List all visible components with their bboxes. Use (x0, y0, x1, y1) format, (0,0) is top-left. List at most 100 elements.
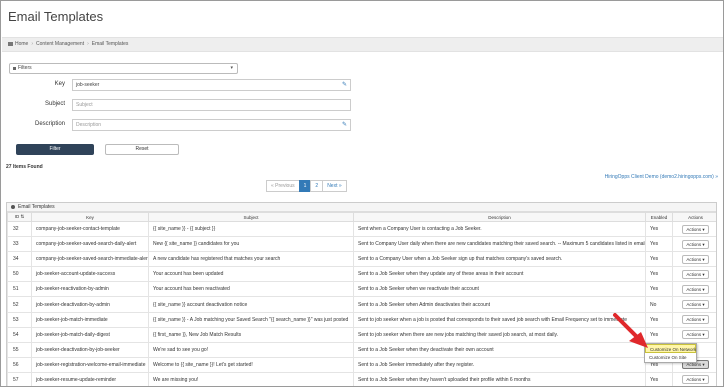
cell-actions: Actions ▾ (672, 296, 716, 313)
column-header-description[interactable]: Description (353, 212, 646, 222)
breadcrumb-content-management[interactable]: Content Management (36, 41, 84, 47)
column-header-subject[interactable]: Subject (148, 212, 354, 222)
cell-key: job-seeker-job-match-daily-digest (31, 326, 149, 343)
cell-description: Sent when a Company User is contacting a… (353, 220, 646, 238)
actions-button[interactable]: Actions ▾ (682, 300, 709, 310)
cell-enabled: Yes (645, 371, 673, 386)
cell-subject: {{ first_name }}, New Job Match Results (148, 326, 354, 343)
pagination-next[interactable]: Next » (322, 180, 347, 192)
cell-description: Sent to a Job Seeker immediately after t… (353, 356, 646, 373)
breadcrumb-email-templates: Email Templates (91, 41, 129, 47)
cell-enabled: Yes (645, 326, 673, 343)
cell-subject: We are missing you! (148, 371, 354, 386)
cell-id: 52 (7, 296, 32, 313)
cell-key: company-job-seeker-contact-template (31, 220, 149, 238)
cell-description: Sent to a Job Seeker when they haven't u… (353, 371, 646, 386)
cell-actions: Actions ▾ (672, 311, 716, 328)
cell-description: Sent to a Job Seeker when Admin deactiva… (353, 296, 646, 313)
key-input-value: job-seeker (76, 82, 100, 88)
cell-key: job-seeker-registration-welcome-email-im… (31, 356, 149, 373)
cell-id: 53 (7, 311, 32, 328)
menu-item-customize-on-network[interactable]: Customize On Network (645, 344, 696, 353)
breadcrumb: Home › Content Management › Email Templates (2, 37, 723, 52)
actions-button[interactable]: Actions ▾ (682, 315, 709, 325)
table-row[interactable]: 50 job-seeker-account-update-success Your … (7, 266, 716, 283)
cell-enabled: Yes (645, 251, 673, 268)
cell-subject: We're sad to see you go! (148, 341, 354, 358)
actions-button[interactable]: Actions ▾ (682, 254, 709, 264)
page-title: Email Templates (8, 9, 104, 24)
actions-button[interactable]: Actions ▾ (682, 269, 709, 279)
cell-actions: Actions ▾ (672, 236, 716, 253)
pagination: « Previous 1 2 Next » (266, 180, 347, 192)
cell-actions: Actions ▾ (672, 266, 716, 283)
subject-label: Subject (44, 101, 65, 107)
column-header-key[interactable]: Key (31, 212, 149, 222)
email-templates-table: ID ⇅ Key Subject Description Enabled Act… (7, 212, 716, 386)
table-row[interactable]: 33 company-job-seeker-saved-search-daily-… (7, 236, 716, 253)
magic-wand-icon[interactable]: ✎ (342, 82, 347, 89)
cell-key: job-seeker-deactivation-by-admin (31, 296, 149, 313)
cell-subject: New {{ site_name }} candidates for you (148, 236, 354, 253)
actions-button[interactable]: Actions ▾ (682, 239, 709, 249)
client-link[interactable]: HiringOpps Client Demo (demo2.hiringopps… (605, 174, 718, 180)
description-placeholder: Description (76, 122, 102, 128)
column-header-id[interactable]: ID ⇅ (7, 212, 32, 222)
table-header-row: ID ⇅ Key Subject Description Enabled Act… (7, 212, 716, 222)
cell-key: job-seeker-deactivation-by-job-seeker (31, 341, 149, 358)
cell-id: 57 (7, 371, 32, 386)
actions-button[interactable]: Actions ▾ (682, 375, 709, 385)
breadcrumb-home[interactable]: Home (15, 41, 28, 47)
actions-dropdown-menu: Customize On Network Customize On Site (644, 343, 697, 363)
cell-subject: {{ site_name }} - A Job matching your Sa… (148, 311, 354, 328)
filter-button[interactable]: Filter (16, 144, 94, 155)
column-header-actions: Actions (672, 212, 716, 222)
description-input[interactable]: Description ✎ (72, 119, 351, 131)
filters-label: Filters (18, 65, 32, 71)
table-row[interactable]: 57 job-seeker-resume-update-reminder We ar… (7, 371, 716, 386)
table-row[interactable]: 53 job-seeker-job-match-immediate{{ site_… (7, 311, 716, 328)
filters-toggle[interactable]: Filters ▾ (9, 63, 238, 74)
cell-enabled: Yes (645, 220, 673, 238)
cell-id: 54 (7, 326, 32, 343)
cell-key: job-seeker-job-match-immediate (31, 311, 149, 328)
table-row[interactable]: 54 job-seeker-job-match-daily-digest{{ fi… (7, 326, 716, 343)
cell-actions: Actions ▾ (672, 220, 716, 238)
magic-wand-icon[interactable]: ✎ (342, 122, 347, 129)
items-found-count: 27 Items Found (6, 164, 43, 170)
table-row[interactable]: 52 job-seeker-deactivation-by-admin{{ sit… (7, 296, 716, 313)
subject-placeholder: Subject (76, 102, 93, 108)
cell-subject: Your account has been reactivated (148, 281, 354, 298)
table-row[interactable]: 56 job-seeker-registration-welcome-email-… (7, 356, 716, 373)
home-icon (8, 42, 13, 46)
menu-item-customize-on-site[interactable]: Customize On Site (645, 353, 696, 362)
cell-description: Sent to a Job Seeker when we reactivate … (353, 281, 646, 298)
cell-enabled: Yes (645, 266, 673, 283)
cell-subject: {{ site_name }} - {{ subject }} (148, 220, 354, 238)
app-window: Email Templates Home › Content Management ›… (0, 0, 724, 387)
cell-description: Sent to job seeker when there are new jo… (353, 326, 646, 343)
subject-input[interactable]: Subject (72, 99, 351, 111)
cell-id: 32 (7, 220, 32, 238)
column-header-enabled[interactable]: Enabled (645, 212, 673, 222)
key-input[interactable]: job-seeker ✎ (72, 79, 351, 91)
table-row[interactable]: 55 job-seeker-deactivation-by-job-seeker W… (7, 341, 716, 358)
cell-description: Sent to a Job Seeker when they update an… (353, 266, 646, 283)
table-row[interactable]: 34 company-job-seeker-saved-search-immedi… (7, 251, 716, 268)
globe-icon (11, 205, 15, 209)
panel-heading: Email Templates (7, 203, 716, 212)
chevron-down-icon: ▾ (230, 65, 233, 71)
actions-button[interactable]: Actions ▾ (682, 284, 709, 294)
table-row[interactable]: 32 company-job-seeker-contact-template{{ … (7, 220, 716, 238)
reset-button[interactable]: Reset (105, 144, 179, 155)
table-row[interactable]: 51 job-seeker-reactivation-by-admin Your a… (7, 281, 716, 298)
cell-id: 50 (7, 266, 32, 283)
pagination-previous[interactable]: « Previous (266, 180, 300, 192)
cell-subject: Your account has been updated (148, 266, 354, 283)
cell-enabled: Yes (645, 311, 673, 328)
actions-button[interactable]: Actions ▾ (682, 224, 709, 234)
cell-id: 34 (7, 251, 32, 268)
cell-actions: Actions ▾ (672, 371, 716, 386)
cell-enabled: Yes (645, 281, 673, 298)
actions-button[interactable]: Actions ▾ (682, 330, 709, 340)
